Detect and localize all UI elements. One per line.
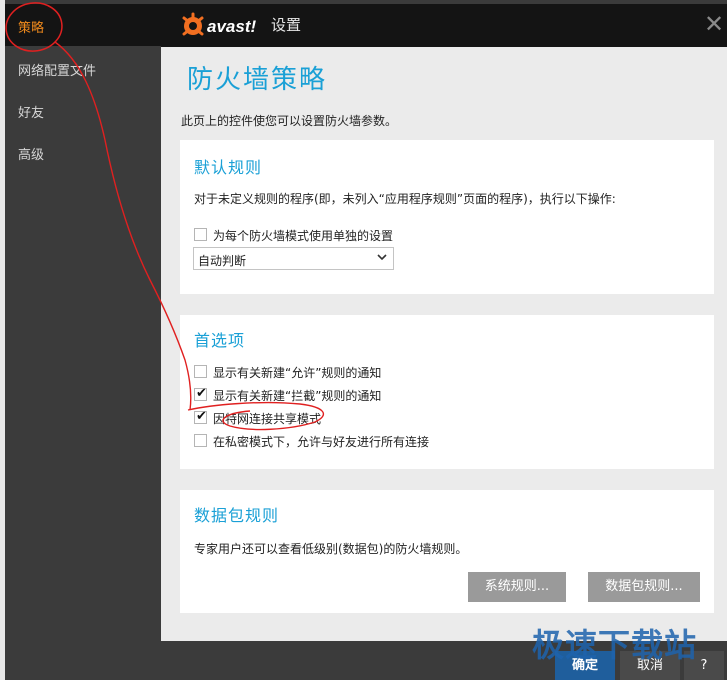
close-icon[interactable]: ✕	[701, 10, 727, 38]
private-mode-friends-label: 在私密模式下，允许与好友进行所有连接	[213, 435, 430, 449]
private-mode-friends-checkbox[interactable]	[194, 434, 207, 447]
packet-rules-button[interactable]: 数据包规则...	[588, 572, 700, 602]
default-rules-panel: 默认规则 对于未定义规则的程序(即，未列入“应用程序规则”页面的程序)，执行以下…	[180, 140, 714, 294]
page-description: 此页上的控件使您可以设置防火墙参数。	[181, 114, 398, 128]
preferences-title: 首选项	[194, 331, 246, 350]
separate-setting-label: 为每个防火墙模式使用单独的设置	[213, 229, 394, 243]
block-notify-checkbox[interactable]: ✔	[194, 386, 207, 401]
sidebar-item-friends[interactable]: 好友	[18, 102, 44, 121]
window-title: 设置	[271, 16, 302, 34]
ics-mode-label: 因特网连接共享模式	[213, 412, 322, 426]
page-title: 防火墙策略	[187, 65, 328, 95]
default-rules-description: 对于未定义规则的程序(即，未列入“应用程序规则”页面的程序)，执行以下操作:	[194, 192, 616, 206]
brand-text: avast!	[207, 17, 256, 36]
sidebar-item-policy[interactable]: 策略	[18, 17, 44, 36]
action-select[interactable]: 自动判断	[193, 247, 394, 270]
checkmark-icon: ✔	[196, 409, 207, 424]
main-content: 防火墙策略 此页上的控件使您可以设置防火墙参数。 默认规则 对于未定义规则的程序…	[161, 47, 727, 641]
action-select-value: 自动判断	[198, 254, 247, 268]
checkmark-icon: ✔	[196, 386, 207, 401]
allow-notify-label: 显示有关新建“允许”规则的通知	[213, 366, 382, 380]
sidebar-item-advanced[interactable]: 高级	[18, 144, 44, 163]
block-notify-label: 显示有关新建“拦截”规则的通知	[213, 389, 382, 403]
packet-rules-description: 专家用户还可以查看低级别(数据包)的防火墙规则。	[194, 542, 468, 556]
allow-notify-checkbox[interactable]	[194, 365, 207, 378]
title-bar: avast! 设置 ✕	[161, 4, 727, 47]
ics-mode-checkbox[interactable]: ✔	[194, 409, 207, 424]
watermark: 极速下载站	[532, 626, 698, 664]
packet-rules-title: 数据包规则	[194, 506, 280, 525]
sidebar-item-network-profiles[interactable]: 网络配置文件	[18, 60, 96, 79]
system-rules-button[interactable]: 系统规则...	[468, 572, 566, 602]
sidebar: 策略 网络配置文件 好友 高级	[5, 0, 161, 680]
chevron-down-icon	[377, 254, 387, 261]
separate-setting-checkbox[interactable]	[194, 228, 207, 241]
default-rules-title: 默认规则	[194, 158, 263, 177]
preferences-panel: 首选项 显示有关新建“允许”规则的通知 ✔ 显示有关新建“拦截”规则的通知 ✔ …	[180, 315, 714, 469]
packet-rules-panel: 数据包规则 专家用户还可以查看低级别(数据包)的防火墙规则。 系统规则... 数…	[180, 490, 714, 613]
